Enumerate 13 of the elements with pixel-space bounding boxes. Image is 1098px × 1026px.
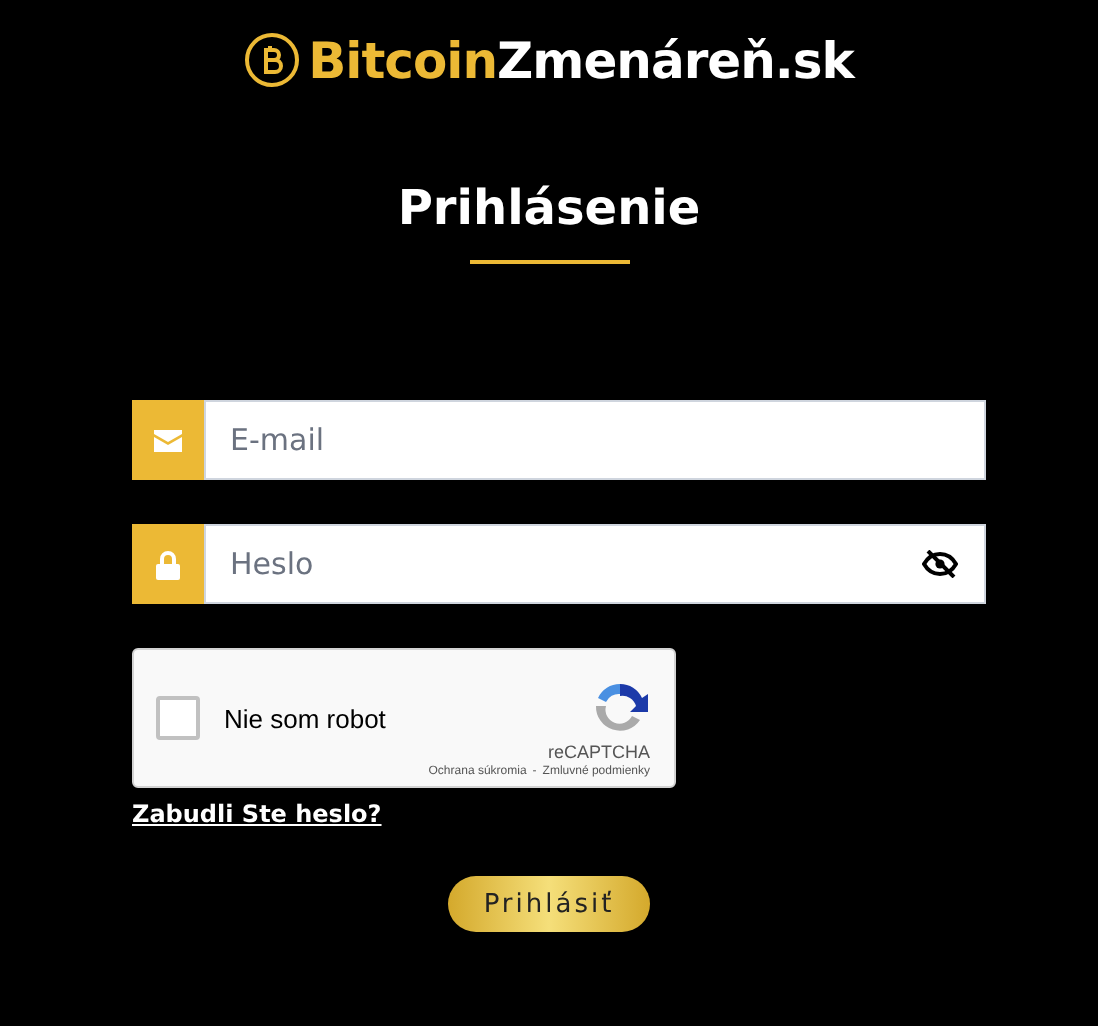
password-field[interactable]: Heslo — [204, 524, 986, 604]
email-field[interactable]: E-mail — [204, 400, 986, 480]
recaptcha-label: reCAPTCHA — [547, 742, 650, 762]
captcha-label: Nie som robot — [224, 703, 388, 733]
site-logo: BitcoinZmenáreň.sk — [308, 31, 854, 89]
hidden-eye-icon[interactable] — [922, 550, 958, 578]
page-title: Prihlásenie — [395, 180, 703, 236]
forgot-password-link[interactable]: Zabudli Ste heslo? — [132, 800, 382, 828]
lock-icon — [156, 549, 180, 579]
login-button[interactable]: Prihlásiť — [448, 876, 650, 932]
captcha-checkbox[interactable] — [156, 696, 200, 740]
bitcoin-icon — [244, 32, 301, 88]
envelope-icon — [154, 429, 182, 451]
